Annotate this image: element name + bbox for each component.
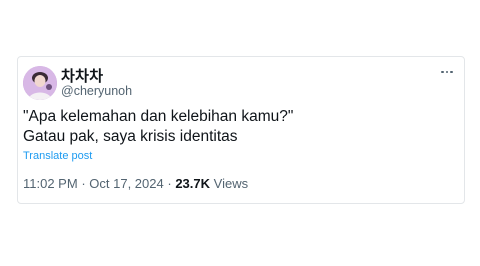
- display-name[interactable]: 차차차: [61, 65, 103, 86]
- post-date[interactable]: Oct 17, 2024: [89, 176, 163, 191]
- views-label: Views: [213, 176, 249, 191]
- views-count[interactable]: 23.7K: [175, 176, 210, 191]
- meta-separator: ·: [167, 176, 172, 191]
- tweet-metadata: 11:02 PM · Oct 17, 2024 · 23.7K Views: [23, 176, 248, 191]
- tweet-text: "Apa kelemahan dan kelebihan kamu?" Gata…: [23, 107, 293, 147]
- more-dot: [445, 70, 449, 74]
- more-dot: [441, 70, 444, 74]
- more-options-icon[interactable]: [438, 65, 456, 79]
- user-handle[interactable]: @cheryunoh: [61, 84, 132, 98]
- tweet-card[interactable]: 차차차 @cheryunoh "Apa kelemahan dan kelebi…: [17, 56, 465, 204]
- more-dot: [450, 70, 453, 74]
- tweet-text-line-2: Gatau pak, saya krisis identitas: [23, 128, 238, 145]
- tweet-text-line-1: "Apa kelemahan dan kelebihan kamu?": [23, 108, 294, 125]
- translate-post-link[interactable]: Translate post: [23, 150, 92, 162]
- avatar[interactable]: [23, 66, 57, 100]
- meta-separator: ·: [81, 176, 86, 191]
- screenshot-canvas: 차차차 @cheryunoh "Apa kelemahan dan kelebi…: [0, 0, 480, 266]
- avatar-photo-icon: [23, 66, 57, 100]
- post-time[interactable]: 11:02 PM: [23, 176, 78, 191]
